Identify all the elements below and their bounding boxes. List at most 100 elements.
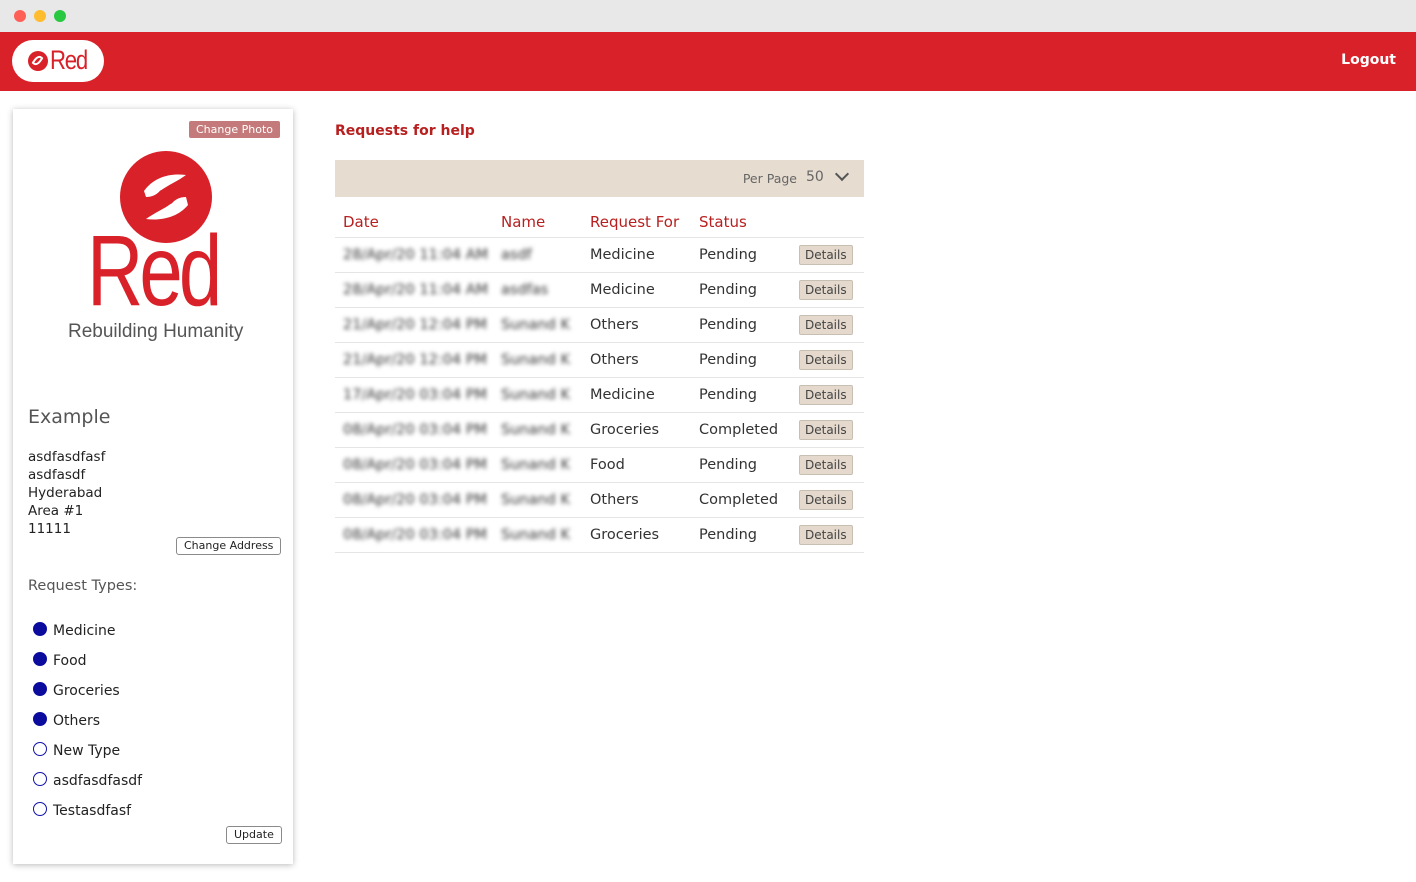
address-line: asdfasdfasf: [28, 449, 106, 465]
cell-name: Sunand K: [493, 377, 582, 413]
cell-status: Completed: [691, 482, 791, 518]
logo-text: Red: [50, 45, 88, 75]
details-button[interactable]: Details: [799, 280, 853, 300]
radio-unselected-icon[interactable]: [33, 802, 47, 816]
pagination-bar: Per Page 50: [335, 160, 864, 197]
details-button[interactable]: Details: [799, 525, 853, 545]
details-button[interactable]: Details: [799, 385, 853, 405]
top-navbar: Red Logout: [0, 32, 1416, 91]
details-button[interactable]: Details: [799, 245, 853, 265]
cell-name: Sunand K: [493, 482, 582, 518]
request-type-food[interactable]: Food: [33, 646, 142, 676]
request-type-groceries[interactable]: Groceries: [33, 676, 142, 706]
cell-date: 08/Apr/20 03:04 PM: [335, 447, 493, 483]
request-type-label: Testasdfasf: [53, 803, 132, 819]
column-header-status[interactable]: Status: [691, 207, 791, 238]
table-row: 08/Apr/20 03:04 PM Sunand K Groceries Compl…: [335, 412, 864, 448]
cell-request-for: Medicine: [582, 272, 691, 308]
column-header-name[interactable]: Name: [493, 207, 582, 238]
cell-name: asdf: [493, 237, 582, 273]
cell-request-for: Others: [582, 482, 691, 518]
profile-name: Example: [28, 406, 111, 428]
table-row: 17/Apr/20 03:04 PM Sunand K Medicine Pendin…: [335, 377, 864, 413]
request-type-asdfasdfasdf[interactable]: asdfasdfasdf: [33, 766, 142, 796]
table-row: 08/Apr/20 03:04 PM Sunand K Groceries Pendi…: [335, 517, 864, 553]
request-type-others[interactable]: Others: [33, 706, 142, 736]
address-block: asdfasdfasf asdfasdf Hyderabad Area #1 1…: [28, 448, 105, 538]
radio-selected-icon[interactable]: [33, 712, 47, 726]
brand-wordmark: Red: [87, 215, 222, 327]
cell-date: 17/Apr/20 03:04 PM: [335, 377, 493, 413]
cell-actions: Details: [791, 272, 864, 308]
change-photo-button[interactable]: Change Photo: [189, 121, 280, 138]
cell-date: 08/Apr/20 03:04 PM: [335, 412, 493, 448]
request-type-label: New Type: [53, 743, 121, 759]
details-button[interactable]: Details: [799, 420, 853, 440]
table-row: 21/Apr/20 12:04 PM Sunand K Others Pending D…: [335, 307, 864, 343]
cell-request-for: Groceries: [582, 412, 691, 448]
address-line: Area #1: [28, 503, 84, 519]
address-line: 11111: [28, 521, 71, 537]
table-row: 08/Apr/20 03:04 PM Sunand K Food Pending Det…: [335, 447, 864, 483]
cell-actions: Details: [791, 412, 864, 448]
details-button[interactable]: Details: [799, 350, 853, 370]
details-button[interactable]: Details: [799, 315, 853, 335]
radio-selected-icon[interactable]: [33, 622, 47, 636]
details-button[interactable]: Details: [799, 490, 853, 510]
page-title: Requests for help: [335, 123, 475, 139]
cell-actions: Details: [791, 377, 864, 413]
details-button[interactable]: Details: [799, 455, 853, 475]
request-type-label: Food: [53, 653, 87, 669]
cell-status: Pending: [691, 377, 791, 413]
cell-actions: Details: [791, 447, 864, 483]
column-header-date[interactable]: Date: [335, 207, 493, 238]
profile-photo: Red Rebuilding Humanity: [53, 149, 263, 349]
radio-selected-icon[interactable]: [33, 682, 47, 696]
radio-unselected-icon[interactable]: [33, 772, 47, 786]
request-type-label: asdfasdfasdf: [53, 773, 143, 789]
request-type-new-type[interactable]: New Type: [33, 736, 142, 766]
home-logo-link[interactable]: Red: [12, 40, 104, 82]
logout-link[interactable]: Logout: [1341, 52, 1396, 68]
close-window-button[interactable]: [14, 10, 26, 22]
update-button[interactable]: Update: [226, 826, 282, 844]
cell-request-for: Others: [582, 342, 691, 378]
per-page-select[interactable]: 50: [806, 166, 856, 190]
change-address-button[interactable]: Change Address: [176, 537, 282, 555]
cell-name: Sunand K: [493, 517, 582, 553]
request-type-medicine[interactable]: Medicine: [33, 616, 142, 646]
cell-name: asdfas: [493, 272, 582, 308]
brand-tagline: Rebuilding Humanity: [68, 321, 244, 342]
column-header-request-for[interactable]: Request For: [582, 207, 691, 238]
address-line: Hyderabad: [28, 485, 103, 501]
table-header-row: Date Name Request For Status: [335, 207, 864, 238]
radio-unselected-icon[interactable]: [33, 742, 47, 756]
cell-date: 21/Apr/20 12:04 PM: [335, 307, 493, 343]
request-type-testasdfasf[interactable]: Testasdfasf: [33, 796, 142, 826]
cell-date: 08/Apr/20 03:04 PM: [335, 482, 493, 518]
requests-table: Date Name Request For Status 28/Apr/20 1…: [335, 207, 864, 553]
per-page-value: 50: [806, 169, 824, 185]
cell-request-for: Medicine: [582, 377, 691, 413]
cell-request-for: Others: [582, 307, 691, 343]
cell-status: Pending: [691, 517, 791, 553]
cell-status: Pending: [691, 237, 791, 273]
cell-status: Completed: [691, 412, 791, 448]
table-row: 28/Apr/20 11:04 AM asdf Medicine Pending Det…: [335, 237, 864, 273]
cell-actions: Details: [791, 342, 864, 378]
cell-name: Sunand K: [493, 447, 582, 483]
cell-request-for: Groceries: [582, 517, 691, 553]
table-row: 28/Apr/20 11:04 AM asdfas Medicine Pending D…: [335, 272, 864, 308]
table-row: 21/Apr/20 12:04 PM Sunand K Others Pending D…: [335, 342, 864, 378]
request-type-label: Medicine: [53, 623, 116, 639]
request-type-label: Groceries: [53, 683, 120, 699]
request-types-heading: Request Types:: [28, 578, 138, 594]
cell-request-for: Medicine: [582, 237, 691, 273]
radio-selected-icon[interactable]: [33, 652, 47, 666]
profile-card: Change Photo Red Rebuilding Humanity Exa…: [13, 109, 293, 864]
cell-actions: Details: [791, 482, 864, 518]
minimize-window-button[interactable]: [34, 10, 46, 22]
table-body: 28/Apr/20 11:04 AM asdf Medicine Pending Det…: [335, 237, 864, 553]
maximize-window-button[interactable]: [54, 10, 66, 22]
cell-actions: Details: [791, 517, 864, 553]
